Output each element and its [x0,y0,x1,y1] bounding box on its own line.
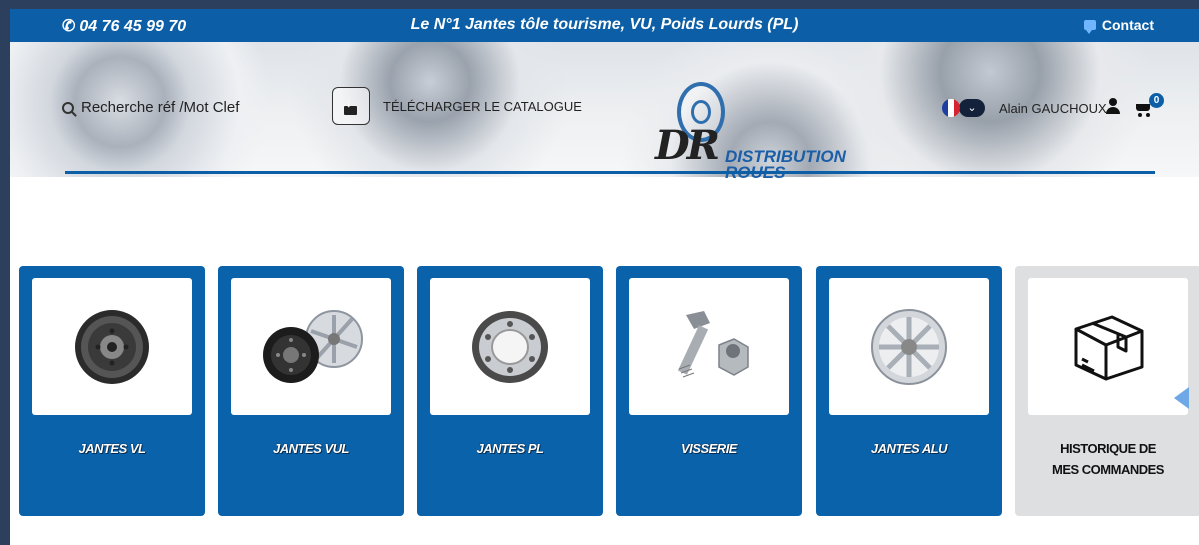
category-label-line1: HISTORIQUE DE [1060,441,1156,456]
search-button[interactable]: Recherche réf /Mot Clef [62,99,239,116]
category-image [32,278,192,415]
download-catalogue-button[interactable]: ↓ [332,87,370,125]
user-name[interactable]: Alain GAUCHOUX [999,101,1107,116]
page: ✆ 04 76 45 99 70 Le N°1 Jantes tôle touri… [10,9,1199,545]
chevron-left-icon[interactable] [1174,387,1189,409]
search-icon [62,101,74,114]
category-label: VISSERIE [681,441,737,456]
header-divider [65,171,1155,174]
cart-count-badge: 0 [1149,93,1164,108]
top-bar: ✆ 04 76 45 99 70 Le N°1 Jantes tôle touri… [10,9,1199,42]
france-flag-icon [942,99,960,117]
logo-text: DISTRIBUTION ROUES [725,148,846,181]
site-logo[interactable]: DR DISTRIBUTION ROUES [655,82,855,181]
category-label: JANTES VL [78,441,146,456]
language-selector[interactable]: ⌄ [942,97,986,119]
alloy-wheel-icon [871,308,947,385]
logo-mark: DR [655,122,720,169]
category-label: JANTES PL [476,441,544,456]
truck-wheel-icon [472,310,548,383]
search-label: Recherche réf /Mot Clef [81,99,240,116]
tagline: Le N°1 Jantes tôle tourisme, VU, Poids L… [410,16,799,33]
category-card-visserie[interactable]: VISSERIE [616,266,802,516]
category-image [231,278,391,415]
contact-label: Contact [1101,17,1154,33]
category-label: JANTES ALU [870,441,948,456]
category-image [629,278,789,415]
category-label: JANTES VUL [273,441,349,456]
category-label-line2: MES COMMANDES [1052,462,1164,477]
user-icon[interactable] [1105,98,1121,114]
category-card-jantes-alu[interactable]: JANTES ALU [816,266,1002,516]
category-image [430,278,590,415]
category-image [1028,278,1188,415]
box-icon [1074,315,1144,380]
wheel-bolt-icon [677,310,749,377]
chat-icon [1083,20,1096,34]
category-image [829,278,989,415]
category-card-jantes-pl[interactable]: JANTES PL [417,266,603,516]
category-card-order-history[interactable]: HISTORIQUE DE MES COMMANDES [1015,266,1199,516]
download-catalogue-link[interactable]: TÉLÉCHARGER LE CATALOGUE [383,99,582,114]
category-label: HISTORIQUE DE MES COMMANDES [1015,438,1199,480]
steel-and-alloy-wheel-icon [263,309,363,383]
category-card-jantes-vl[interactable]: JANTES VL [19,266,205,516]
category-card-jantes-vul[interactable]: JANTES VUL [218,266,404,516]
chevron-down-icon: ⌄ [959,99,985,117]
contact-link[interactable]: Contact [1083,17,1154,34]
header: Recherche réf /Mot Clef ↓ TÉLÉCHARGER LE… [10,42,1199,181]
steel-wheel-icon [75,309,149,384]
